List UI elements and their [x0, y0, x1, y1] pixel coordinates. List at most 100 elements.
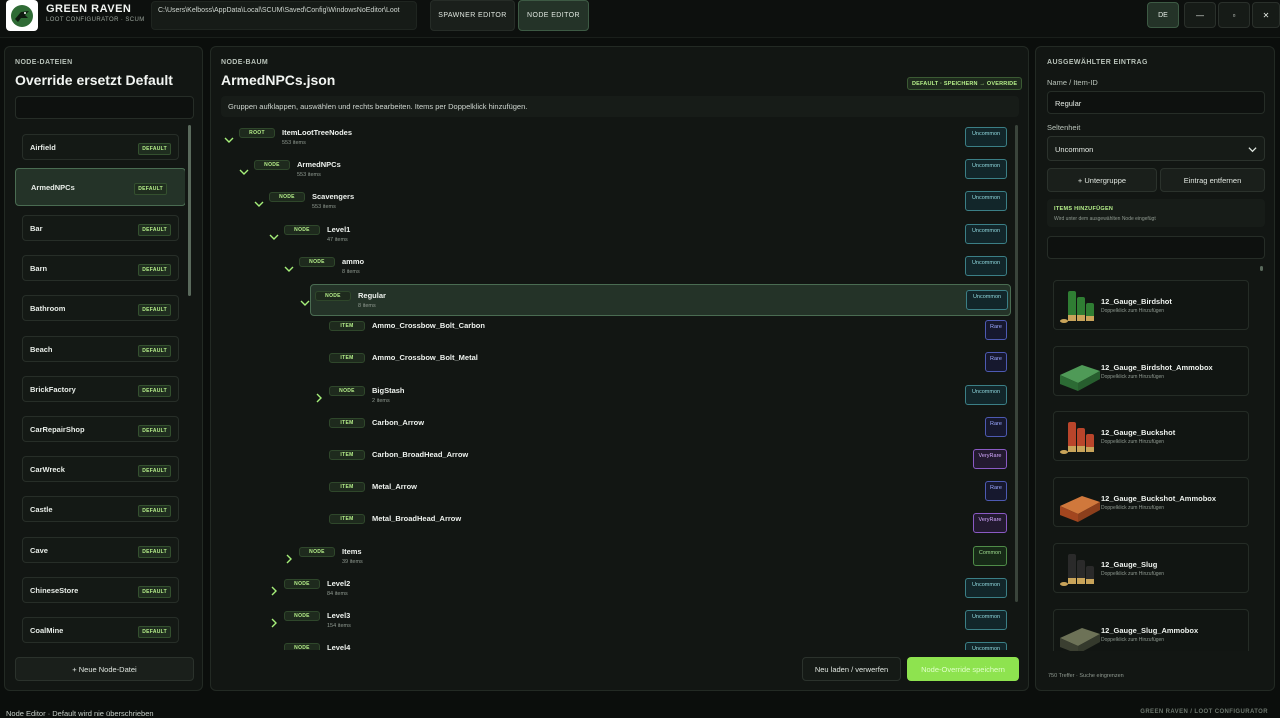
chevron-right-icon[interactable]: [269, 647, 279, 650]
node-type-badge: NODE: [329, 385, 365, 396]
add-subgroup-button[interactable]: + Untergruppe: [1047, 168, 1157, 192]
language-button[interactable]: DE: [1147, 2, 1179, 28]
file-name: CoalMine: [30, 626, 64, 635]
tree-node-row[interactable]: ROOT ItemLootTreeNodes 553 items Uncommon: [211, 123, 1011, 153]
item-count: 39 items: [342, 558, 363, 565]
file-item-airfield[interactable]: Airfield DEFAULT: [22, 134, 179, 160]
tree-node-row[interactable]: NODE ArmedNPCs 553 items Uncommon: [211, 155, 1011, 185]
item-card[interactable]: 12_Gauge_Buckshot Doppelklick zum Hinzufü…: [1053, 411, 1249, 462]
item-card[interactable]: 12_Gauge_Slug Doppelklick zum Hinzufügen: [1053, 542, 1249, 593]
rarity-badge: VeryRare: [973, 513, 1007, 534]
ammo-box-green-icon: [1060, 364, 1100, 391]
rarity-select[interactable]: Uncommon: [1047, 136, 1265, 161]
default-badge: DEFAULT: [138, 344, 171, 357]
tree-node-row[interactable]: NODE Scavengers 553 items Uncommon: [211, 187, 1011, 217]
file-name: Cave: [30, 545, 48, 555]
file-item-brickfactory[interactable]: BrickFactory DEFAULT: [22, 375, 179, 402]
tree-item-row[interactable]: ITEM Metal_Arrow Rare: [211, 477, 1011, 507]
scrollbar[interactable]: [1260, 266, 1263, 271]
file-item-bar[interactable]: Bar DEFAULT: [22, 215, 179, 241]
file-item-coalmine[interactable]: CoalMine DEFAULT: [22, 617, 179, 643]
tree-node-row[interactable]: NODE Level2 84 items Uncommon: [211, 574, 1011, 604]
tree-item-row[interactable]: ITEM Carbon_BroadHead_Arrow VeryRare: [211, 445, 1011, 475]
raven-logo-icon: [6, 0, 38, 31]
file-item-armednpcs[interactable]: ArmedNPCs DEFAULT: [15, 168, 185, 206]
node-type-badge: ITEM: [329, 450, 365, 460]
tree-node-row[interactable]: NODE Level1 47 items Uncommon: [211, 220, 1011, 250]
file-item-chinesestore[interactable]: ChineseStore DEFAULT: [22, 576, 179, 603]
item-search-input[interactable]: [1047, 236, 1265, 259]
chevron-right-icon[interactable]: [269, 583, 279, 596]
chevron-down-icon[interactable]: [254, 196, 264, 208]
file-search-input[interactable]: [15, 96, 194, 119]
minimize-icon[interactable]: —: [1184, 2, 1216, 28]
maximize-icon[interactable]: ▫: [1218, 2, 1250, 28]
tree-item-row[interactable]: ITEM Ammo_Crossbow_Bolt_Metal Rare: [211, 348, 1011, 378]
tab-node-editor[interactable]: NODE EDITOR: [518, 0, 589, 31]
file-item-castle[interactable]: Castle DEFAULT: [22, 496, 179, 523]
node-type-badge: NODE: [284, 611, 320, 621]
tree-node-row[interactable]: NODE Level3 154 items Uncommon: [211, 606, 1011, 636]
tree-node-row[interactable]: NODE Regular 8 items Uncommon: [300, 284, 1011, 316]
rarity-badge: Rare: [985, 320, 1007, 341]
default-badge: DEFAULT: [138, 465, 171, 478]
node-name: Regular: [358, 291, 386, 300]
item-hint: Doppelklick zum Hinzufügen: [1101, 636, 1165, 643]
item-name: 12_Gauge_Slug_Ammobox: [1101, 625, 1199, 635]
file-item-barn[interactable]: Barn DEFAULT: [22, 255, 179, 282]
default-badge: DEFAULT: [138, 264, 171, 277]
file-name: ArmedNPCs: [31, 183, 75, 192]
chevron-down-icon[interactable]: [284, 261, 294, 272]
chevron-right-icon[interactable]: [284, 551, 294, 564]
chevron-down-icon[interactable]: [300, 295, 310, 306]
rarity-badge: Rare: [985, 416, 1007, 437]
tree-node-row[interactable]: NODE ammo 8 items Uncommon: [211, 252, 1011, 282]
tree-node-row[interactable]: NODE Items 39 items Common: [211, 542, 1011, 572]
item-card[interactable]: 12_Gauge_Birdshot Doppelklick zum Hinzufü…: [1053, 280, 1249, 330]
node-name: Ammo_Crossbow_Bolt_Carbon: [372, 321, 485, 331]
node-type-badge: ITEM: [329, 482, 365, 493]
chevron-down-icon[interactable]: [239, 164, 249, 176]
node-type-badge: NODE: [299, 256, 335, 267]
tree-node-row[interactable]: NODE Level4 Uncommon: [211, 638, 1011, 650]
tab-spawner-editor[interactable]: SPAWNER EDITOR: [430, 0, 515, 31]
scrollbar[interactable]: [1015, 125, 1018, 602]
node-type-badge: NODE: [315, 291, 351, 301]
section-label: NODE-DATEIEN: [15, 59, 73, 66]
item-count: 8 items: [358, 303, 376, 309]
tree-node-row[interactable]: NODE BigStash 2 items Uncommon: [211, 381, 1011, 411]
save-override-button[interactable]: Node-Override speichern: [907, 657, 1019, 681]
file-item-cave[interactable]: Cave DEFAULT: [22, 536, 179, 563]
node-name: Metal_BroadHead_Arrow: [372, 514, 462, 524]
scrollbar[interactable]: [188, 125, 191, 296]
node-type-badge: ROOT: [239, 128, 275, 138]
chevron-right-icon[interactable]: [314, 390, 324, 403]
file-item-bathroom[interactable]: Bathroom DEFAULT: [22, 295, 179, 322]
name-input[interactable]: Regular: [1047, 91, 1265, 114]
remove-entry-button[interactable]: Eintrag entfernen: [1160, 168, 1265, 192]
file-item-carwreck[interactable]: CarWreck DEFAULT: [22, 456, 179, 483]
file-item-beach[interactable]: Beach DEFAULT: [22, 335, 179, 362]
file-name: BrickFactory: [30, 384, 76, 394]
tree-item-row[interactable]: ITEM Ammo_Crossbow_Bolt_Carbon Rare: [211, 316, 1011, 346]
node-name: Scavengers: [312, 192, 355, 202]
chevron-down-icon[interactable]: [224, 132, 234, 143]
file-item-carrepairshop[interactable]: CarRepairShop DEFAULT: [22, 416, 179, 442]
item-card[interactable]: 12_Gauge_Slug_Ammobox Doppelklick zum Hin…: [1053, 608, 1249, 651]
file-name: Bathroom: [30, 304, 66, 314]
reload-discard-button[interactable]: Neu laden / verwerfen: [802, 657, 901, 681]
rarity-badge: Rare: [985, 481, 1007, 502]
node-name: BigStash: [372, 385, 405, 395]
rarity-badge: Uncommon: [965, 159, 1007, 180]
tree-item-row[interactable]: ITEM Metal_BroadHead_Arrow VeryRare: [211, 509, 1011, 539]
new-node-file-button[interactable]: + Neue Node-Datei: [15, 657, 194, 681]
tree-item-row[interactable]: ITEM Carbon_Arrow Rare: [211, 413, 1011, 443]
section-label: NODE-BAUM: [221, 59, 269, 66]
item-card[interactable]: 12_Gauge_Birdshot_Ammobox Doppelklick zum…: [1053, 345, 1249, 396]
chevron-down-icon[interactable]: [269, 229, 279, 240]
close-icon[interactable]: ✕: [1252, 2, 1280, 28]
loot-path-field[interactable]: C:\Users\Kelboss\AppData\Local\SCUM\Save…: [151, 1, 417, 30]
chevron-right-icon[interactable]: [269, 615, 279, 628]
node-type-badge: NODE: [269, 192, 305, 203]
item-card[interactable]: 12_Gauge_Buckshot_Ammobox Doppelklick zum…: [1053, 477, 1249, 528]
